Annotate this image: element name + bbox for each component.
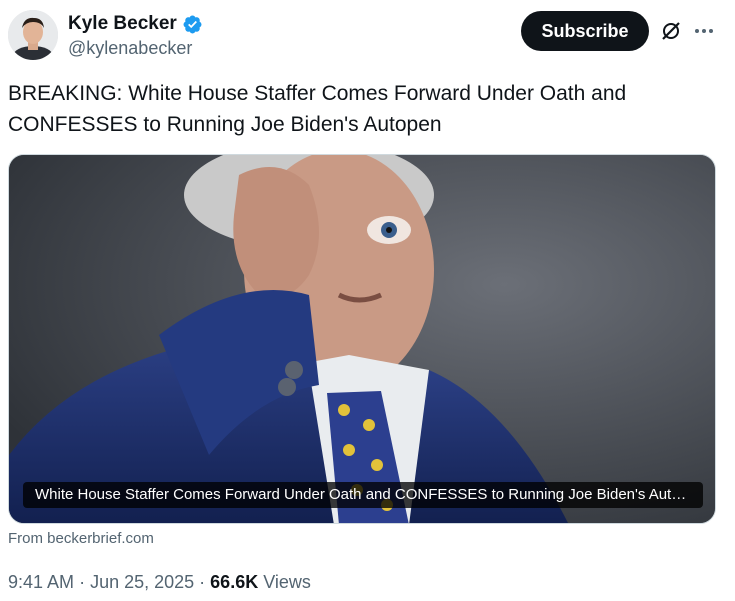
tweet-text: BREAKING: White House Staffer Comes Forw… [8, 82, 627, 136]
author-handle[interactable]: @kylenabecker [68, 38, 192, 59]
grok-icon[interactable] [661, 21, 681, 41]
card-photo [9, 155, 715, 523]
separator-dot: · [79, 572, 91, 592]
card-title: White House Staffer Comes Forward Under … [23, 482, 703, 508]
tweet-date[interactable]: Jun 25, 2025 [90, 572, 194, 592]
separator-dot: · [199, 572, 211, 592]
card-source[interactable]: From beckerbrief.com [8, 530, 154, 547]
more-icon[interactable] [692, 20, 716, 42]
tweet-meta: 9:41 AM · Jun 25, 2025 · 66.6K Views [8, 572, 311, 593]
verified-badge-icon [183, 15, 202, 33]
link-card[interactable]: White House Staffer Comes Forward Under … [8, 154, 716, 524]
views-label: Views [263, 572, 311, 592]
tweet-time[interactable]: 9:41 AM [8, 572, 74, 592]
views-count: 66.6K [210, 572, 259, 592]
display-name[interactable]: Kyle Becker [68, 13, 177, 35]
avatar[interactable] [8, 10, 58, 60]
avatar-image [8, 10, 58, 60]
subscribe-button[interactable]: Subscribe [521, 11, 649, 51]
author-name-row[interactable]: Kyle Becker [68, 12, 203, 36]
